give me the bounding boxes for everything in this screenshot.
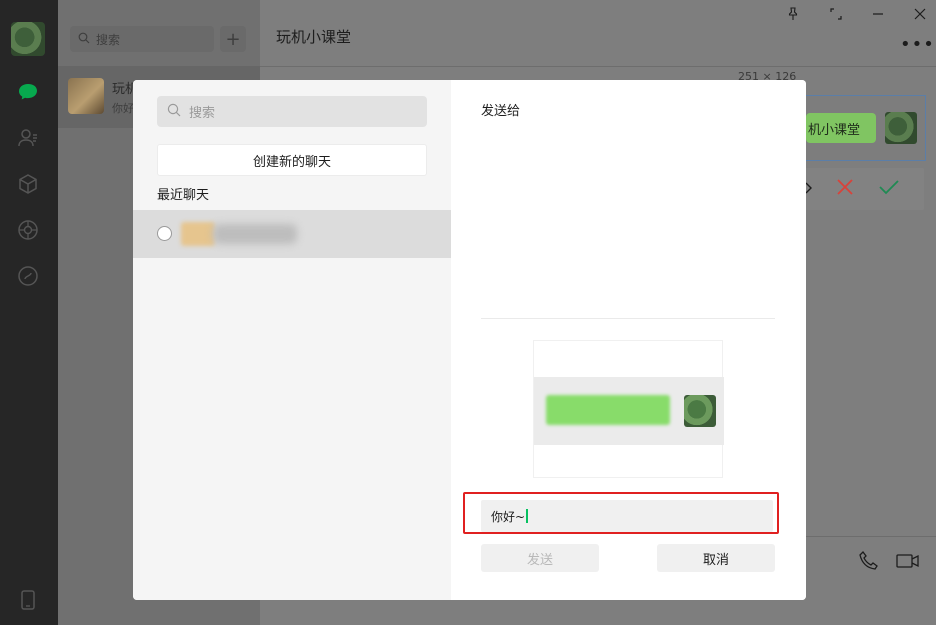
select-radio[interactable] (157, 226, 172, 241)
channels-icon[interactable] (16, 264, 40, 288)
user-avatar[interactable] (11, 22, 45, 56)
contacts-icon[interactable] (16, 126, 40, 150)
text-caret (526, 509, 529, 523)
message-avatar (885, 112, 917, 144)
send-button[interactable]: 发送 (481, 544, 599, 572)
message-input-value: 你好~ (491, 509, 526, 524)
search-icon (78, 32, 90, 47)
phone-icon[interactable] (16, 588, 40, 612)
message-bubble[interactable]: 机小课堂 (806, 113, 876, 143)
video-call-icon[interactable] (896, 552, 920, 574)
chat-icon[interactable] (16, 80, 40, 104)
voice-call-icon[interactable] (858, 550, 880, 576)
close-icon[interactable] (910, 4, 930, 24)
app-sidebar (0, 0, 58, 625)
chat-search-placeholder: 搜索 (96, 32, 121, 47)
recent-chat-avatar (181, 222, 215, 246)
confirm-icon[interactable] (878, 178, 900, 200)
pin-icon[interactable] (783, 4, 803, 24)
more-button[interactable]: ••• (900, 34, 935, 55)
preview-row (534, 377, 724, 445)
recipient-search-placeholder: 搜索 (189, 106, 216, 121)
cancel-button[interactable]: 取消 (657, 544, 775, 572)
add-button[interactable]: + (220, 26, 246, 52)
restore-icon[interactable] (826, 4, 846, 24)
search-icon (167, 103, 181, 121)
header-divider (260, 66, 936, 67)
moments-icon[interactable] (16, 218, 40, 242)
preview-bubble (546, 395, 670, 425)
preview-avatar (684, 395, 716, 427)
message-action-bar (800, 168, 924, 210)
chat-title: 玩机小课堂 (276, 28, 352, 46)
chat-search-input[interactable]: 搜索 (70, 26, 214, 52)
box-icon[interactable] (16, 172, 40, 196)
chat-item-avatar (68, 78, 104, 114)
create-new-chat-button[interactable]: 创建新的聊天 (157, 144, 427, 176)
recent-chat-row[interactable] (133, 210, 451, 258)
recent-chats-heading: 最近聊天 (157, 188, 210, 203)
recipient-search-input[interactable]: 搜索 (157, 96, 427, 127)
chat-item-preview: 你好 (112, 102, 134, 115)
recent-chat-name (213, 224, 297, 244)
message-input[interactable]: 你好~ (481, 500, 773, 532)
message-preview (533, 340, 724, 478)
reject-icon[interactable] (836, 178, 854, 200)
forward-dialog: 搜索 创建新的聊天 最近聊天 发送给 你好~ 发送 取消 (133, 80, 806, 600)
send-to-label: 发送给 (481, 104, 521, 119)
minimize-icon[interactable] (868, 4, 888, 24)
preview-divider (481, 318, 775, 319)
recipient-panel: 搜索 创建新的聊天 最近聊天 (133, 80, 451, 600)
